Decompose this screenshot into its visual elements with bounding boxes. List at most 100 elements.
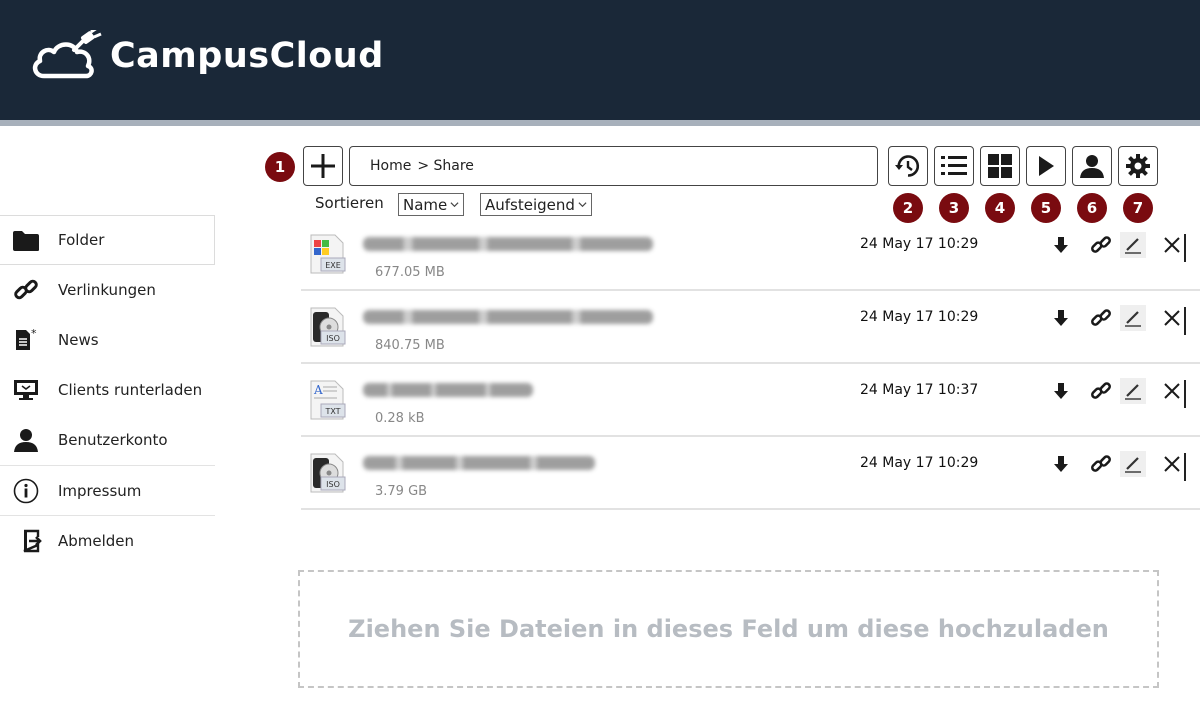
breadcrumb[interactable]: Home > Share <box>349 146 878 186</box>
sidebar-item-benutzerkonto[interactable]: Benutzerkonto <box>0 415 215 465</box>
grid-icon <box>988 154 1012 178</box>
step-badge-1: 1 <box>265 152 295 182</box>
play-icon <box>1039 156 1054 176</box>
user-icon <box>1080 155 1104 178</box>
download-button[interactable] <box>1048 232 1074 258</box>
sidebar-item-label: Folder <box>58 231 105 249</box>
file-row[interactable]: ISO 840.75 MB 24 May 17 10:29 <box>301 291 1200 364</box>
delete-button[interactable] <box>1159 451 1185 477</box>
row-scroll-indicator <box>1184 234 1186 262</box>
exe-file-icon: EXE <box>310 234 346 274</box>
delete-button[interactable] <box>1159 305 1185 331</box>
file-name-blurred[interactable] <box>363 237 653 251</box>
file-type-label: TXT <box>324 407 340 416</box>
play-button[interactable] <box>1026 146 1066 186</box>
sidebar-item-folder[interactable]: Folder <box>0 215 215 265</box>
add-button[interactable] <box>303 146 343 186</box>
history-button[interactable] <box>888 146 928 186</box>
settings-button[interactable] <box>1118 146 1158 186</box>
close-icon <box>1164 310 1180 326</box>
info-icon <box>12 478 40 504</box>
sidebar-item-label: Benutzerkonto <box>58 431 168 449</box>
header-divider <box>0 120 1200 126</box>
file-size: 3.79 GB <box>375 484 428 499</box>
share-link-button[interactable] <box>1088 451 1114 477</box>
file-date: 24 May 17 10:29 <box>860 236 979 252</box>
folder-icon <box>12 228 40 254</box>
link-icon <box>1091 382 1111 399</box>
sort-label: Sortieren <box>315 194 384 212</box>
file-name-blurred[interactable] <box>363 383 533 397</box>
share-link-button[interactable] <box>1088 378 1114 404</box>
row-scroll-indicator <box>1184 453 1186 481</box>
plus-icon <box>311 154 335 178</box>
breadcrumb-home[interactable]: Home <box>370 158 411 174</box>
top-header: CampusCloud <box>0 0 1200 120</box>
sidebar-item-verlinkungen[interactable]: Verlinkungen <box>0 265 215 315</box>
grid-view-button[interactable] <box>980 146 1020 186</box>
row-scroll-indicator <box>1184 380 1186 408</box>
account-button[interactable] <box>1072 146 1112 186</box>
sidebar-item-clients[interactable]: Clients runterladen <box>0 365 215 415</box>
share-link-button[interactable] <box>1088 232 1114 258</box>
link-icon <box>12 277 40 303</box>
sidebar-item-label: News <box>58 331 99 349</box>
download-icon <box>1054 310 1068 326</box>
pencil-icon <box>1125 311 1141 327</box>
sidebar-item-label: Impressum <box>58 481 142 500</box>
sidebar-item-abmelden[interactable]: Abmelden <box>0 515 215 565</box>
delete-button[interactable] <box>1159 232 1185 258</box>
file-name-blurred[interactable] <box>363 310 653 324</box>
list-view-button[interactable] <box>934 146 974 186</box>
download-button[interactable] <box>1048 378 1074 404</box>
iso-file-icon: ISO <box>310 453 346 493</box>
rename-button[interactable] <box>1120 232 1146 258</box>
file-size: 677.05 MB <box>375 265 445 280</box>
file-date: 24 May 17 10:37 <box>860 382 979 398</box>
delete-button[interactable] <box>1159 378 1185 404</box>
gear-icon <box>1126 154 1150 178</box>
upload-dropzone[interactable]: Ziehen Sie Dateien in dieses Feld um die… <box>298 570 1159 688</box>
download-icon <box>1054 383 1068 399</box>
share-link-button[interactable] <box>1088 305 1114 331</box>
row-scroll-indicator <box>1184 307 1186 335</box>
logout-icon <box>18 528 46 554</box>
sidebar-item-news[interactable]: * News <box>0 315 215 365</box>
file-type-label: EXE <box>325 261 341 270</box>
breadcrumb-share[interactable]: > Share <box>417 158 474 174</box>
sort-field-value: Name <box>403 195 448 214</box>
file-date: 24 May 17 10:29 <box>860 309 979 325</box>
sidebar-item-label: Abmelden <box>58 531 135 550</box>
file-row[interactable]: ISO 3.79 GB 24 May 17 10:29 <box>301 437 1200 510</box>
close-icon <box>1164 456 1180 472</box>
rename-button[interactable] <box>1120 305 1146 331</box>
sidebar-item-impressum[interactable]: Impressum <box>0 465 215 515</box>
file-type-label: ISO <box>326 334 340 343</box>
pencil-icon <box>1125 384 1141 400</box>
user-icon <box>12 427 40 453</box>
rename-button[interactable] <box>1120 378 1146 404</box>
news-icon: * <box>12 327 40 353</box>
history-icon <box>895 155 920 177</box>
download-button[interactable] <box>1048 305 1074 331</box>
dropzone-text: Ziehen Sie Dateien in dieses Feld um die… <box>348 615 1109 643</box>
txt-file-icon: A TXT <box>310 380 346 420</box>
sort-order-select[interactable]: Aufsteigend <box>480 193 592 216</box>
file-name-blurred[interactable] <box>363 456 595 470</box>
link-icon <box>1091 455 1111 472</box>
close-icon <box>1164 237 1180 253</box>
brand-logo[interactable]: CampusCloud <box>30 30 384 80</box>
file-row[interactable]: EXE 677.05 MB 24 May 17 10:29 <box>301 218 1200 291</box>
file-row[interactable]: A TXT 0.28 kB 24 May 17 10:37 <box>301 364 1200 437</box>
brand-name: CampusCloud <box>110 36 384 76</box>
svg-text:A: A <box>313 383 323 397</box>
download-icon <box>1054 456 1068 472</box>
rename-button[interactable] <box>1120 451 1146 477</box>
sort-field-select[interactable]: Name <box>398 193 465 216</box>
list-icon <box>941 156 967 175</box>
download-icon <box>1054 237 1068 253</box>
download-button[interactable] <box>1048 451 1074 477</box>
link-icon <box>1091 309 1111 326</box>
monitor-icon <box>12 377 40 403</box>
file-date: 24 May 17 10:29 <box>860 455 979 471</box>
